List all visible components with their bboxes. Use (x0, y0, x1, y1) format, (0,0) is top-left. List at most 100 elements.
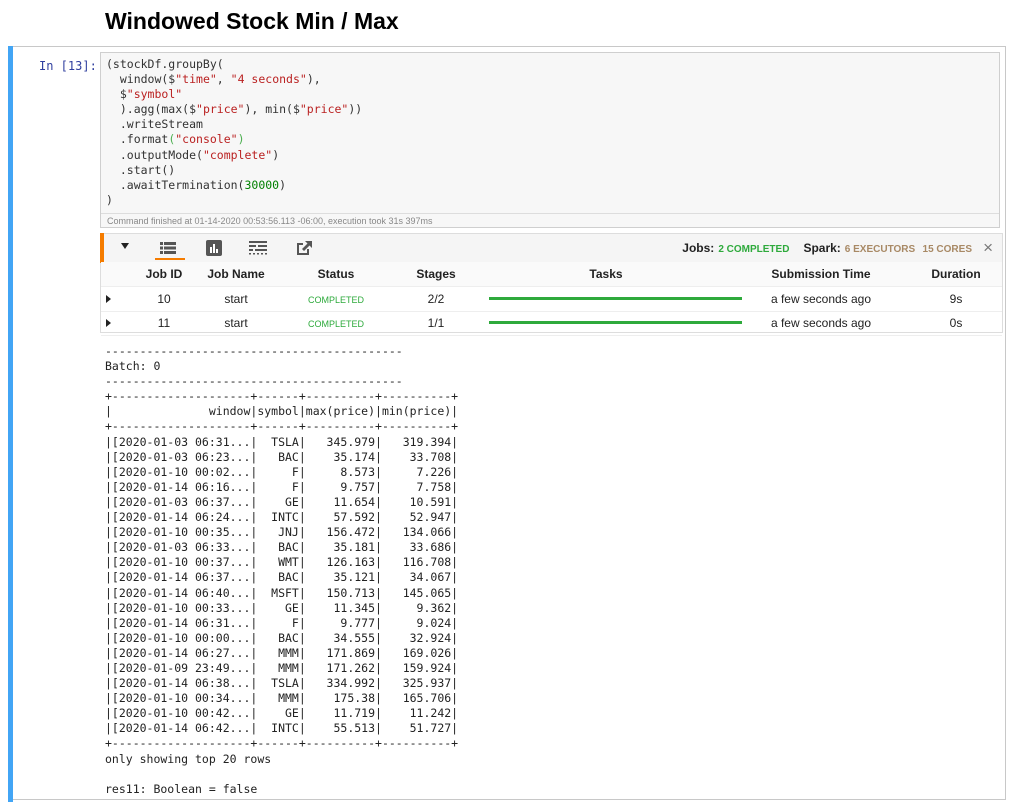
spark-jobs-panel: Jobs: 2 COMPLETED Spark: 6 EXECUTORS 15 COR… (100, 233, 1003, 336)
separator-line: ----------------------------------------… (105, 374, 403, 389)
code-string: "price" (196, 102, 245, 117)
code-token: $ (106, 87, 127, 102)
jobs-toolbar: Jobs: 2 COMPLETED Spark: 6 EXECUTORS 15 COR… (100, 233, 1002, 263)
code-string: "4 seconds" (230, 72, 307, 87)
executors-count: 6 EXECUTORS (844, 244, 916, 255)
job-name: start (224, 292, 248, 306)
col-job-name[interactable]: Job Name (206, 267, 266, 281)
jobs-status: 2 COMPLETED (718, 244, 790, 255)
separator-line: ----------------------------------------… (105, 344, 403, 358)
console-output: ----------------------------------------… (105, 344, 458, 797)
close-icon[interactable]: × (983, 238, 993, 258)
open-external-icon[interactable] (295, 240, 313, 256)
table-row: |[2020-01-10 00:42...| GE| 11.719| 11.24… (105, 706, 459, 721)
job-row[interactable]: 10 start COMPLETED 2/2 a few seconds ago… (101, 287, 1002, 312)
code-token: ) (279, 177, 287, 192)
table-row: |[2020-01-14 06:31...| F| 9.777| 9.024| (105, 615, 459, 630)
table-row: |[2020-01-14 06:37...| BAC| 35.121| 34.0… (105, 570, 459, 585)
job-stages: 1/1 (427, 316, 445, 330)
code-token: .outputMode( (106, 147, 203, 162)
table-row: |[2020-01-10 00:02...| F| 8.573| 7.226| (105, 464, 459, 479)
tasks-progress-bar (489, 321, 742, 324)
submission-time: a few seconds ago (770, 316, 872, 330)
table-row: |[2020-01-14 06:16...| F| 9.757| 7.758| (105, 479, 459, 494)
active-tab-indicator (155, 258, 185, 260)
job-row[interactable]: 11 start COMPLETED 1/1 a few seconds ago… (101, 311, 1002, 336)
job-status: COMPLETED (307, 295, 364, 305)
table-border: +--------------------+------+----------+… (105, 389, 459, 404)
code-token: .format (106, 132, 169, 147)
expand-row-icon[interactable] (106, 319, 111, 327)
table-row: |[2020-01-10 00:00...| BAC| 34.555| 32.9… (105, 630, 459, 645)
table-header: | window|symbol|max(price)|min(price)| (105, 404, 459, 419)
code-line: ) (106, 193, 113, 207)
code-line: window($"time", "4 seconds"), (106, 72, 321, 86)
table-row: |[2020-01-10 00:37...| WMT| 126.163| 116… (105, 555, 459, 570)
jobs-accent-bar (100, 233, 104, 263)
table-row: |[2020-01-14 06:42...| INTC| 55.513| 51.… (105, 721, 459, 736)
table-row: |[2020-01-10 00:33...| GE| 11.345| 9.362… (105, 600, 459, 615)
timeline-icon[interactable] (249, 240, 267, 256)
code-token: ), (306, 72, 321, 87)
table-border: +--------------------+------+----------+… (105, 736, 459, 751)
jobs-table-header: Job ID Job Name Status Stages Tasks Subm… (101, 262, 1002, 287)
code-token: .writeStream (106, 117, 203, 132)
code-token: ) (272, 147, 280, 162)
code-token: .start() (106, 162, 176, 177)
cell-selection-bar (8, 46, 13, 802)
table-row: |[2020-01-14 06:24...| INTC| 57.592| 52.… (105, 510, 459, 525)
job-name: start (224, 316, 248, 330)
code-line: .awaitTermination(30000) (106, 178, 286, 192)
notebook-cell[interactable]: In [13]: (stockDf.groupBy( window($"time… (8, 46, 1006, 802)
code-string: "price" (299, 102, 349, 117)
table-row: |[2020-01-14 06:40...| MSFT| 150.713| 14… (105, 585, 459, 600)
tasks-progress-bar (489, 297, 742, 300)
code-line: .outputMode("complete") (106, 148, 279, 162)
code-token: ) (106, 192, 113, 207)
code-token: .awaitTermination( (106, 177, 245, 192)
table-row: |[2020-01-14 06:27...| MMM| 171.869| 169… (105, 645, 459, 660)
spark-label: Spark: (803, 241, 841, 255)
code-token: ), min($ (244, 102, 300, 117)
cell-prompt: In [13]: (39, 59, 97, 73)
table-border: +--------------------+------+----------+… (105, 419, 459, 434)
code-string: "time" (175, 72, 217, 87)
col-status[interactable]: Status (296, 267, 376, 281)
table-row: |[2020-01-10 00:34...| MMM| 175.38| 165.… (105, 691, 459, 706)
code-string: "console" (175, 132, 238, 147)
code-text[interactable]: (stockDf.groupBy( window($"time", "4 sec… (106, 57, 362, 208)
code-line: $"symbol" (106, 87, 182, 101)
code-editor[interactable]: (stockDf.groupBy( window($"time", "4 sec… (100, 52, 1000, 228)
code-number: 30000 (244, 177, 280, 192)
rows-note: only showing top 20 rows (105, 751, 272, 766)
table-row: |[2020-01-10 00:35...| JNJ| 156.472| 134… (105, 525, 459, 540)
code-line: .writeStream (106, 117, 203, 131)
col-stages[interactable]: Stages (411, 267, 461, 281)
job-status: COMPLETED (307, 319, 364, 329)
jobs-summary: Jobs: 2 COMPLETED Spark: 6 EXECUTORS 15 COR… (682, 241, 972, 255)
table-row: |[2020-01-03 06:31...| TSLA| 345.979| 31… (105, 434, 459, 449)
col-job-id[interactable]: Job ID (139, 267, 189, 281)
job-id: 10 (157, 292, 171, 306)
code-line: ).agg(max($"price"), min($"price")) (106, 102, 362, 116)
code-line: (stockDf.groupBy( (106, 57, 224, 71)
section-heading: Windowed Stock Min / Max (105, 8, 399, 34)
bar-chart-icon[interactable] (205, 240, 223, 256)
expand-row-icon[interactable] (106, 295, 111, 303)
code-token: , (216, 72, 231, 87)
jobs-label: Jobs: (682, 241, 715, 255)
result-line: res11: Boolean = false (105, 781, 258, 796)
col-tasks[interactable]: Tasks (481, 267, 731, 281)
list-icon[interactable] (159, 240, 177, 256)
code-line: .format("console") (106, 132, 245, 146)
collapse-caret-icon[interactable] (121, 243, 129, 249)
col-duration[interactable]: Duration (926, 267, 986, 281)
batch-label: Batch: 0 (105, 359, 161, 374)
job-duration: 9s (949, 292, 963, 306)
table-row: |[2020-01-14 06:38...| TSLA| 334.992| 32… (105, 676, 459, 691)
code-token: (stockDf.groupBy( (106, 57, 224, 71)
table-row: |[2020-01-03 06:37...| GE| 11.654| 10.59… (105, 494, 459, 509)
code-string: "symbol" (126, 87, 183, 102)
col-submission-time[interactable]: Submission Time (761, 267, 881, 281)
code-token: ).agg(max($ (106, 102, 197, 117)
